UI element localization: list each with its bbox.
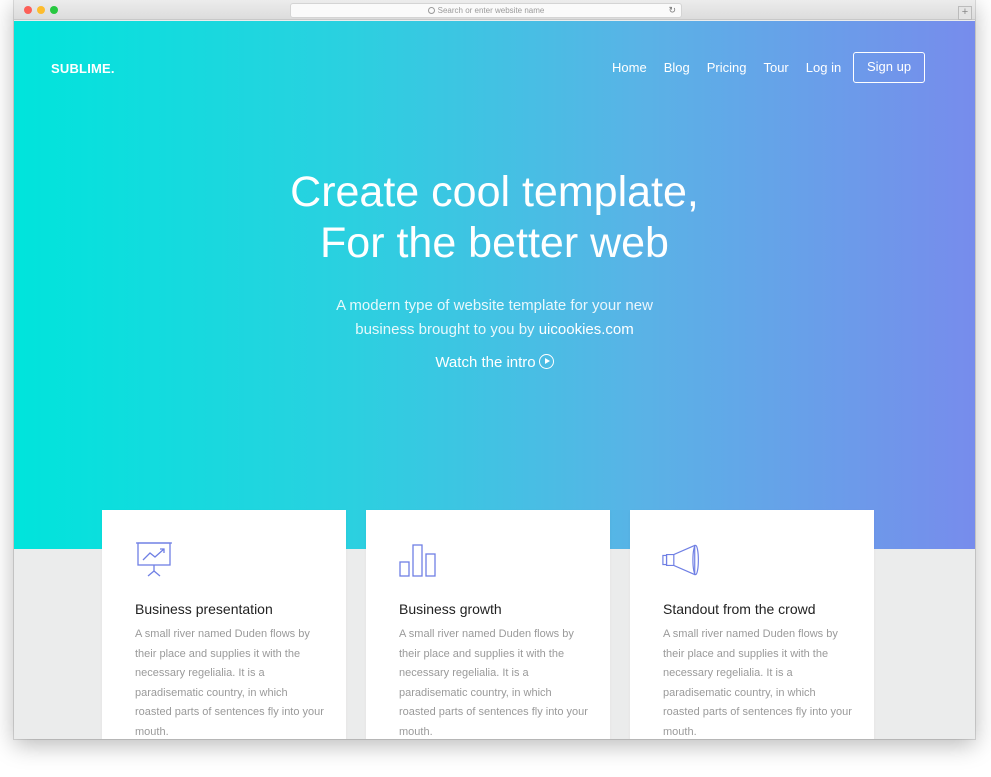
- minimize-window-button[interactable]: [37, 6, 45, 14]
- nav-home[interactable]: Home: [612, 60, 647, 75]
- address-placeholder: Search or enter website name: [437, 6, 545, 15]
- uicookies-link[interactable]: uicookies.com: [539, 321, 634, 338]
- maximize-window-button[interactable]: [50, 6, 58, 14]
- presentation-icon: [136, 542, 172, 577]
- feature-text: A small river named Duden flows by their…: [135, 628, 324, 738]
- feature-text: A small river named Duden flows by their…: [663, 628, 852, 738]
- nav-tour[interactable]: Tour: [763, 60, 788, 75]
- nav-pricing[interactable]: Pricing: [707, 60, 747, 75]
- hero-section: SUBLIME. Home Blog Pricing Tour Log in S…: [14, 21, 975, 549]
- address-bar[interactable]: Search or enter website name ↻: [290, 3, 682, 18]
- subtext-line-1: A modern type of website template for yo…: [336, 297, 653, 314]
- feature-text: A small river named Duden flows by their…: [399, 628, 588, 738]
- site-logo[interactable]: SUBLIME.: [51, 61, 115, 76]
- search-icon: [427, 7, 435, 14]
- feature-title: Standout from the crowd: [663, 601, 816, 617]
- browser-window: Search or enter website name ↻ + SUBLIME…: [14, 0, 975, 739]
- signup-button[interactable]: Sign up: [853, 52, 925, 83]
- browser-titlebar: Search or enter website name ↻ +: [14, 0, 975, 20]
- bar-chart-icon: [399, 544, 436, 577]
- megaphone-icon: [662, 544, 699, 576]
- play-circle-icon: [538, 354, 554, 369]
- main-nav: Home Blog Pricing Tour Log in: [612, 60, 858, 75]
- nav-blog[interactable]: Blog: [664, 60, 690, 75]
- headline-line-1: Create cool template,: [290, 168, 699, 216]
- feature-card: Business presentation A small river name…: [102, 510, 346, 739]
- nav-login[interactable]: Log in: [806, 60, 841, 75]
- feature-title: Business presentation: [135, 601, 273, 617]
- subtext-line-2: business brought to you by: [355, 321, 539, 338]
- watch-intro-link[interactable]: Watch the intro: [14, 352, 975, 371]
- watch-intro-label: Watch the intro: [435, 354, 536, 371]
- reload-icon[interactable]: ↻: [668, 4, 676, 17]
- hero-headline: Create cool template, For the better web: [14, 167, 975, 269]
- new-tab-button[interactable]: +: [958, 6, 972, 20]
- feature-title: Business growth: [399, 601, 502, 617]
- feature-card: Business growth A small river named Dude…: [366, 510, 610, 739]
- close-window-button[interactable]: [24, 6, 32, 14]
- headline-line-2: For the better web: [320, 219, 669, 267]
- feature-card: Standout from the crowd A small river na…: [630, 510, 874, 739]
- hero-subtext: A modern type of website template for yo…: [14, 294, 975, 342]
